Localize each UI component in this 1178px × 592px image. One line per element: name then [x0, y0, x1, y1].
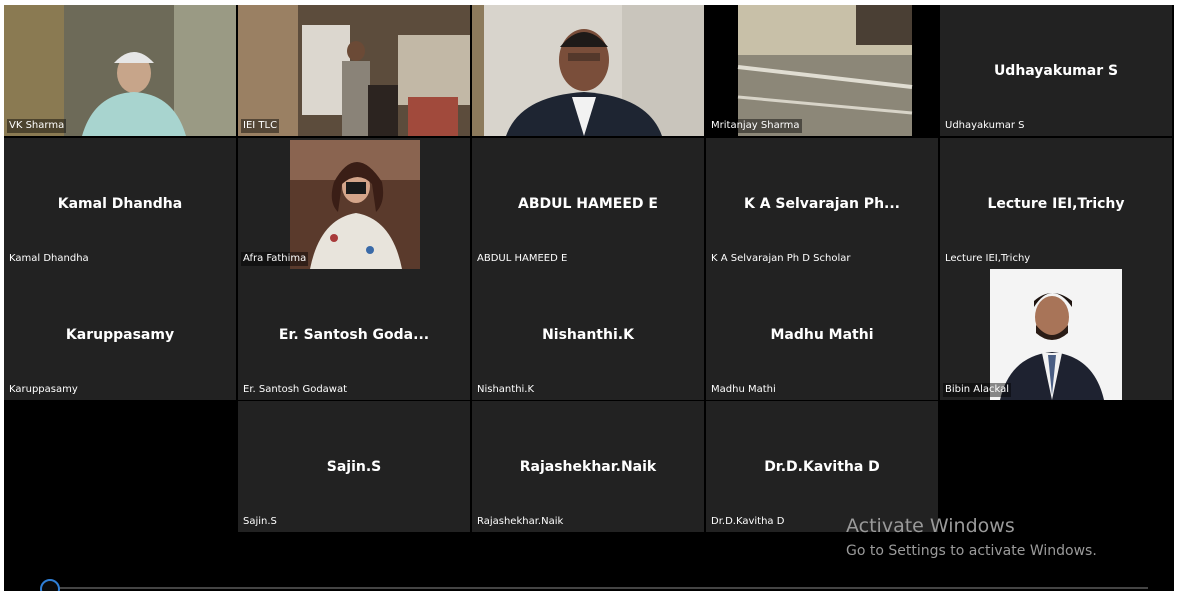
- participant-name-label: Nishanthi.K: [477, 384, 535, 395]
- participant-tile-kamal-dhandha[interactable]: Kamal Dhandha Kamal Dhandha: [4, 138, 236, 269]
- video-seek-track[interactable]: [54, 587, 1148, 589]
- meeting-gallery: VK Sharma IEI TLC Mritanjay Sharma Udhay…: [4, 5, 1174, 591]
- participant-name-label: Bibin Alackal: [943, 383, 1012, 397]
- participant-tile-madhu-mathi[interactable]: Madhu Mathi Madhu Mathi: [706, 269, 938, 400]
- participant-tile-bibin-alackal[interactable]: Bibin Alackal: [940, 269, 1172, 400]
- video-seek-handle[interactable]: [40, 579, 60, 591]
- participant-name-label: Er. Santosh Godawat: [243, 384, 348, 395]
- participant-display-name: Rajashekhar.Naik: [519, 459, 657, 475]
- participant-avatar-photo: [940, 269, 1172, 400]
- participant-video: [472, 5, 704, 136]
- participant-name-label: Kamal Dhandha: [9, 253, 89, 264]
- participant-name-label: Lecture IEI,Trichy: [945, 253, 1031, 264]
- participant-display-name: Udhayakumar S: [993, 63, 1119, 79]
- participant-video: [706, 5, 938, 136]
- participant-display-name: Nishanthi.K: [542, 327, 634, 343]
- participant-tile-sajin-s[interactable]: Sajin.S Sajin.S: [238, 401, 470, 532]
- watermark-subtitle: Go to Settings to activate Windows.: [846, 543, 1097, 559]
- participant-tile-udhayakumar-s[interactable]: Udhayakumar S Udhayakumar S: [940, 5, 1172, 136]
- participant-name-label: VK Sharma: [7, 119, 67, 133]
- participant-tile-k-a-selvarajan[interactable]: K A Selvarajan Ph... K A Selvarajan Ph D…: [706, 138, 938, 269]
- participant-name-label: Karuppasamy: [9, 384, 78, 395]
- participant-tile-lecture-iei-trichy[interactable]: Lecture IEI,Trichy Lecture IEI,Trichy: [940, 138, 1172, 269]
- participant-tile-afra-fathima[interactable]: Afra Fathima: [238, 138, 470, 269]
- participant-display-name: Sajin.S: [326, 459, 382, 475]
- participant-display-name: Madhu Mathi: [770, 327, 874, 343]
- participant-display-name: K A Selvarajan Ph...: [743, 196, 900, 212]
- participant-tile-rajashekhar-naik[interactable]: Rajashekhar.Naik Rajashekhar.Naik: [472, 401, 704, 532]
- participant-tile-mritanjay-sharma[interactable]: Mritanjay Sharma: [706, 5, 938, 136]
- participant-display-name: ABDUL HAMEED E: [518, 196, 658, 212]
- participant-display-name: Er. Santosh Goda...: [278, 327, 430, 343]
- participant-name-label: IEI TLC: [241, 119, 280, 133]
- participant-avatar-photo: [238, 138, 470, 269]
- watermark-title: Activate Windows: [846, 515, 1015, 537]
- participant-name-label: ABDUL HAMEED E: [477, 253, 568, 264]
- participant-name-label: Afra Fathima: [241, 252, 309, 266]
- participant-name-label: Sajin.S: [243, 516, 277, 527]
- participant-name-label: Madhu Mathi: [711, 384, 776, 395]
- activate-windows-watermark: Activate Windows Go to Settings to activ…: [846, 515, 1097, 559]
- participant-name-label: Dr.D.Kavitha D: [711, 516, 785, 527]
- participant-video: [4, 5, 236, 136]
- participant-tile-santosh-godawat[interactable]: Er. Santosh Goda... Er. Santosh Godawat: [238, 269, 470, 400]
- participant-tile-abdul-hameed-e[interactable]: ABDUL HAMEED E ABDUL HAMEED E: [472, 138, 704, 269]
- participant-display-name: Dr.D.Kavitha D: [764, 459, 880, 475]
- participant-tile-nishanthi-k[interactable]: Nishanthi.K Nishanthi.K: [472, 269, 704, 400]
- participant-display-name: Lecture IEI,Trichy: [987, 196, 1125, 212]
- participant-video: [238, 5, 470, 136]
- participant-tile-speaker[interactable]: [472, 5, 704, 136]
- participant-name-label: Mritanjay Sharma: [709, 119, 802, 133]
- participant-name-label: K A Selvarajan Ph D Scholar: [711, 253, 851, 264]
- participant-tile-dr-d-kavitha-d[interactable]: Dr.D.Kavitha D Dr.D.Kavitha D: [706, 401, 938, 532]
- participant-tile-karuppasamy[interactable]: Karuppasamy Karuppasamy: [4, 269, 236, 400]
- participant-display-name: Karuppasamy: [65, 327, 175, 343]
- participant-tile-vk-sharma[interactable]: VK Sharma: [4, 5, 236, 136]
- participant-display-name: Kamal Dhandha: [57, 196, 183, 212]
- participant-name-label: Rajashekhar.Naik: [477, 516, 564, 527]
- participant-name-label: Udhayakumar S: [945, 120, 1025, 131]
- participant-tile-iei-tlc[interactable]: IEI TLC: [238, 5, 470, 136]
